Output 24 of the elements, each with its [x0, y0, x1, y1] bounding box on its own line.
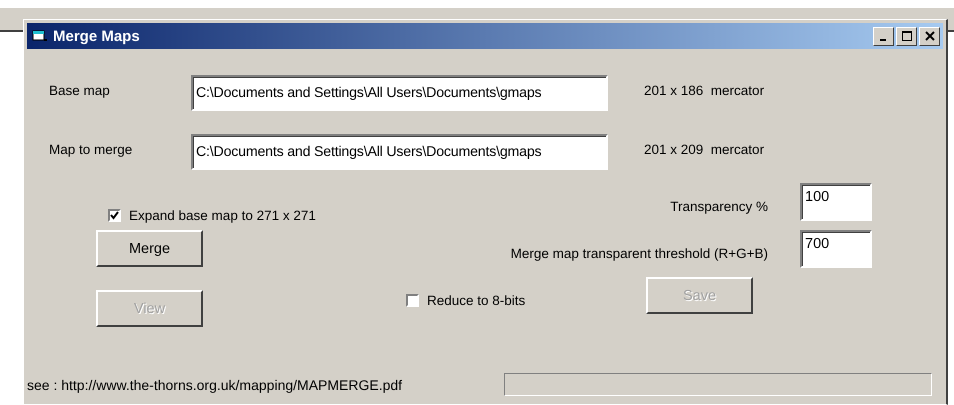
field-label: Transparency % [670, 198, 768, 214]
field-label: Map to merge [49, 142, 134, 157]
field-label: Merge map transparent threshold (R+G+B) [510, 246, 768, 261]
push-button[interactable]: Merge [96, 230, 203, 267]
close-button[interactable] [919, 26, 940, 46]
maximize-button[interactable] [896, 26, 917, 46]
checkbox[interactable] [108, 209, 121, 222]
text-field[interactable]: 100 [800, 183, 872, 221]
window-icon [32, 29, 48, 43]
checkbox-label: Expand base map to 271 x 271 [129, 208, 316, 223]
maximize-icon [902, 31, 912, 41]
map-info: 201 x 186 mercator [644, 83, 764, 98]
checkbox-label: Reduce to 8-bits [427, 293, 526, 308]
checkbox[interactable] [406, 294, 419, 307]
text-field[interactable]: C:\Documents and Settings\All Users\Documents\gmaps [191, 134, 608, 170]
close-icon [924, 31, 934, 41]
map-info: 201 x 209 mercator [644, 142, 764, 157]
text-field[interactable]: C:\Documents and Settings\All Users\Documents\gmaps [191, 75, 608, 111]
window-title: Merge Maps [53, 28, 140, 44]
text-field[interactable]: 700 [800, 230, 872, 268]
minimize-button[interactable] [873, 26, 894, 46]
field-label: Base map [49, 83, 111, 98]
minimize-icon [880, 39, 886, 41]
link-text[interactable]: see : http://www.the-thorns.org.uk/mapping/MAPMERGE.pdf [27, 376, 402, 392]
